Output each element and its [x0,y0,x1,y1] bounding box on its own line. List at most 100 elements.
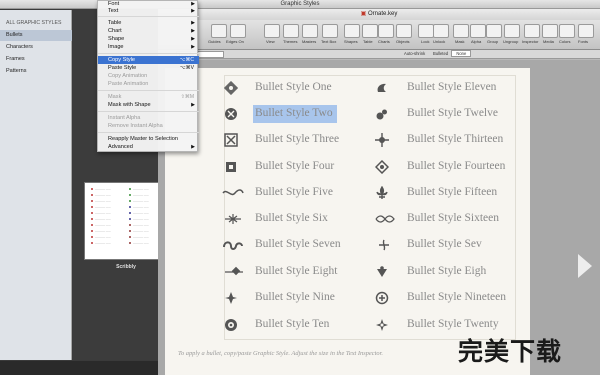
unlock-label: Unlock [433,39,446,44]
thumbnail-caption: Scribbly [116,264,136,270]
bullet-style-two[interactable]: Bullet Style Two [255,107,333,119]
bullet-style-nine[interactable]: Bullet Style Nine [255,291,335,303]
objects-button[interactable] [396,24,412,38]
sidebar-item-frames[interactable]: Frames [0,54,72,65]
guides-button[interactable] [211,24,227,38]
bullet-style-one[interactable]: Bullet Style One [255,81,332,93]
charts-label: Charts [378,39,390,44]
ornament-bullet-18-icon [377,266,387,277]
objects-label: Objects [396,39,410,44]
sidebar-item-characters[interactable]: Characters [0,42,72,53]
ornament-bullet-3-icon [224,133,238,147]
group-label: Group [487,39,499,44]
unlock-button[interactable] [433,24,449,38]
ornament-bullet-7-icon [223,241,243,250]
media-button[interactable] [542,24,558,38]
ornament-bullet-8-icon [225,266,243,276]
lock-label: Lock [421,39,430,44]
colors-button[interactable] [559,24,575,38]
bullet-style-ten[interactable]: Bullet Style Ten [255,318,329,330]
bullet-style-nineteen[interactable]: Bullet Style Nineteen [407,291,506,303]
menu-item-reapply-master[interactable]: Reapply Master to Selection [98,135,199,143]
text-box-button[interactable] [322,24,338,38]
ornament-bullet-13-icon [375,133,389,147]
sidebar-item-bullets[interactable]: Bullets [0,30,72,41]
mask-label: Mask [455,39,465,44]
masters-button[interactable] [302,24,318,38]
submenu-arrow-icon: ▶ [191,102,195,108]
bullet-style-twenty[interactable]: Bullet Style Twenty [407,318,499,330]
format-bar [158,50,600,59]
fonts-button[interactable] [578,24,594,38]
thumbnail-line: ———— —— [129,242,149,245]
bullet-style-three[interactable]: Bullet Style Three [255,133,339,145]
shapes-label: Shapes [344,39,358,44]
ornament-bullet-16-icon [375,215,395,223]
ornament-bullet-20-icon [376,319,388,331]
menu-item-copy-animation: Copy Animation [108,73,148,79]
table-button[interactable] [362,24,378,38]
bullets-label: Bulleted [433,51,449,56]
themes-button[interactable] [283,24,299,38]
menu-item-mask-with-shape[interactable]: Mask with Shape ▶ [98,101,199,109]
bullet-style-four[interactable]: Bullet Style Four [255,160,334,172]
lock-button[interactable] [418,24,434,38]
next-arrow-icon [578,254,592,278]
menu-item-text[interactable]: Text ▶ [98,7,199,15]
mask-button[interactable] [453,24,469,38]
style-thumbnail-scribbly[interactable]: ———— —— ———— —— ———— —— ———— —— ———— —— … [84,182,168,260]
sidebar-header: ALL GRAPHIC STYLES [6,20,62,26]
bullet-style-twelve[interactable]: Bullet Style Twelve [407,107,498,119]
media-label: Media [543,39,554,44]
shapes-button[interactable] [344,24,360,38]
bullet-style-sixteen[interactable]: Bullet Style Sixteen [407,212,499,224]
graphic-styles-title: Graphic Styles [280,1,320,7]
bullet-style-fourteen[interactable]: Bullet Style Fourteen [407,160,505,172]
bullet-style-fifteen[interactable]: Bullet Style Fifteen [407,186,497,198]
alpha-button[interactable] [470,24,486,38]
menu-item-image[interactable]: Image ▶ [98,43,199,51]
submenu-arrow-icon: ▶ [191,20,195,26]
bullet-style-eleven[interactable]: Bullet Style Eleven [407,81,496,93]
inspector-button[interactable] [524,24,540,38]
bullet-style-six[interactable]: Bullet Style Six [255,212,328,224]
menu-item-chart[interactable]: Chart ▶ [98,27,199,35]
bullet-style-five[interactable]: Bullet Style Five [255,186,333,198]
charts-button[interactable] [378,24,394,38]
view-button[interactable] [264,24,280,38]
menu-item-copy-style[interactable]: Copy Style ⌥⌘C [98,56,199,64]
thumbnail-line: ———— —— [129,218,149,221]
ungroup-label: Ungroup [503,39,519,44]
format-context-menu: Font ▶ Text ▶ Table ▶ Chart ▶ Shape ▶ Image ▶ … [97,0,199,152]
text-box-label: Text Box [321,39,337,44]
menu-item-table[interactable]: Table ▶ [98,19,199,27]
bullet-style-eighteen[interactable]: Bullet Style Eigh [407,265,486,277]
bullet-style-thirteen[interactable]: Bullet Style Thirteen [407,133,503,145]
ungroup-button[interactable] [504,24,520,38]
menu-item-shape[interactable]: Shape ▶ [98,35,199,43]
bullet-style-seventeen[interactable]: Bullet Style Sev [407,238,482,250]
menu-item-remove-instant-alpha: Remove Instant Alpha [108,123,163,129]
bullets-value: None [451,50,472,57]
menu-item-advanced[interactable]: Advanced ▶ [98,143,199,151]
colors-label: Colors [559,39,571,44]
bullet-style-eight[interactable]: Bullet Style Eight [255,265,337,277]
menu-separator [98,132,199,133]
menu-item-paste-style[interactable]: Paste Style ⌥⌘V [98,64,199,72]
group-button[interactable] [486,24,502,38]
styles-sidebar: ALL GRAPHIC STYLES Bullets Characters Fr… [0,10,72,360]
submenu-arrow-icon: ▶ [191,144,195,150]
slide-instructions: To apply a bullet, copy/paste Graphic St… [178,350,383,357]
thumbnail-line: ———— —— [91,230,111,233]
edges-button[interactable] [230,24,246,38]
menu-separator [98,111,199,112]
themes-label: Themes [283,39,298,44]
thumbnail-line: ———— —— [91,224,111,227]
bullets-select[interactable]: Bulleted None [433,50,472,57]
thumbnail-line: ———— —— [129,194,149,197]
bullet-style-seven[interactable]: Bullet Style Seven [255,238,341,250]
menu-item-mask: Mask ⇧⌘M [108,94,194,100]
ornament-bullet-17-icon [379,239,389,251]
submenu-arrow-icon: ▶ [191,44,195,50]
sidebar-item-patterns[interactable]: Patterns [0,66,72,77]
